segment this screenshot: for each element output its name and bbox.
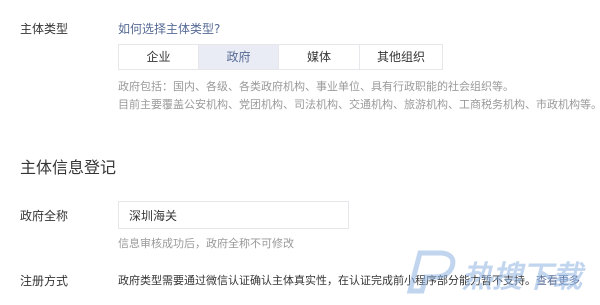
- subject-type-option-other-org[interactable]: 其他组织: [360, 45, 442, 69]
- subject-type-option-enterprise[interactable]: 企业: [119, 45, 199, 69]
- section-title-subject-info: 主体信息登记: [20, 158, 117, 177]
- gov-name-hint: 信息审核成功后，政府全称不可修改: [118, 237, 294, 250]
- gov-name-label: 政府全称: [20, 209, 69, 223]
- registration-description: 政府类型需要通过微信认证确认主体真实性，在认证完成前小程序部分能力暂不支持。查看…: [118, 272, 580, 288]
- registration-method-label: 注册方式: [20, 274, 69, 288]
- gov-name-input[interactable]: [118, 201, 349, 229]
- subject-type-label: 主体类型: [20, 22, 69, 36]
- registration-text: 政府类型需要通过微信认证确认主体真实性，在认证完成前小程序部分能力暂不支持。: [118, 274, 536, 287]
- registration-more-link[interactable]: 查看更多: [536, 274, 580, 287]
- subject-type-option-government[interactable]: 政府: [199, 45, 279, 69]
- subject-type-segmented-control: 企业 政府 媒体 其他组织: [118, 44, 443, 70]
- subject-type-help-link[interactable]: 如何选择主体类型?: [118, 20, 220, 37]
- subject-type-note-line2: 目前主要覆盖公安机构、党团机构、司法机构、交通机构、旅游机构、工商税务机构、市政…: [118, 98, 600, 111]
- subject-type-note-line1: 政府包括：国内、各级、各类政府机构、事业单位、具有行政职能的社会组织等。: [118, 80, 514, 93]
- subject-type-option-media[interactable]: 媒体: [279, 45, 360, 69]
